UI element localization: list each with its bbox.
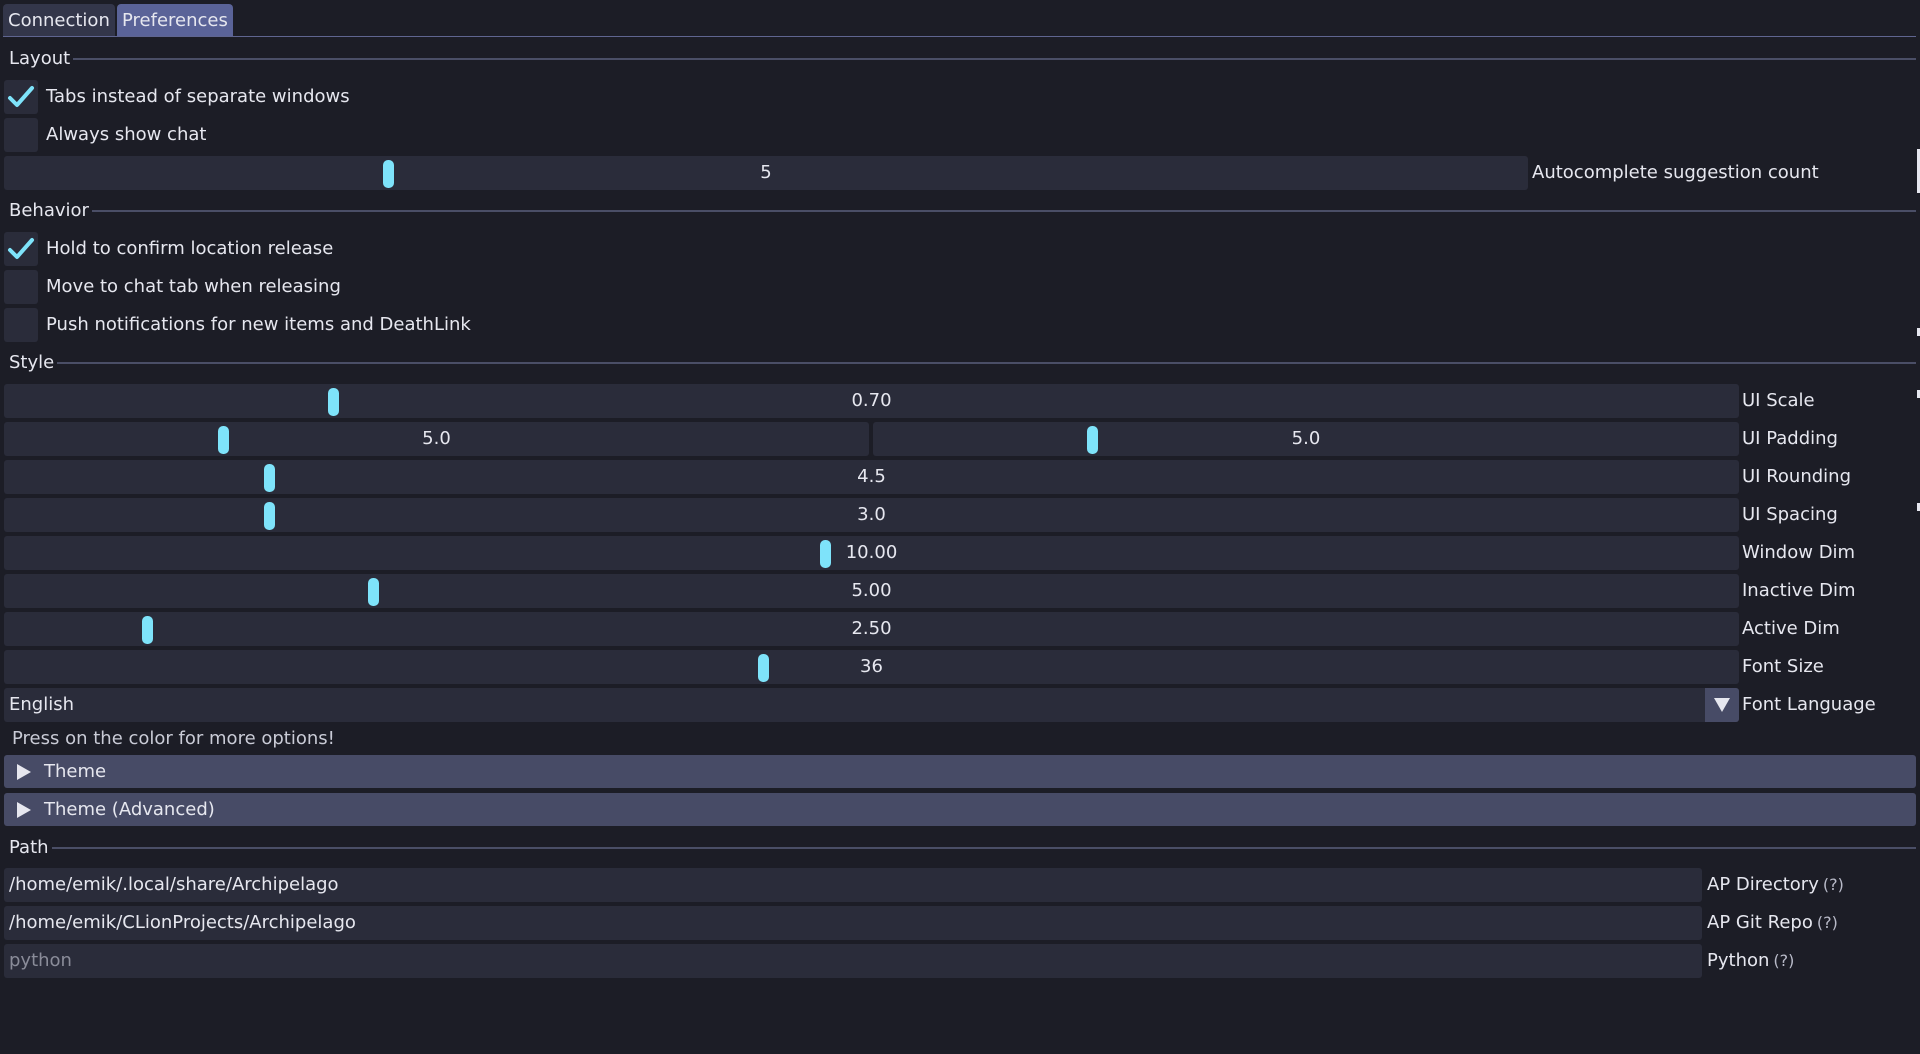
theme-advanced-header-label: Theme (Advanced) — [44, 799, 215, 820]
expand-arrow-icon — [17, 764, 31, 780]
section-divider — [52, 847, 1916, 849]
slider-value: 36 — [860, 656, 883, 677]
inactive-dim-slider[interactable]: 5.00 — [4, 574, 1739, 608]
ui-padding-label: UI Padding — [1742, 428, 1838, 449]
move-chat-checkbox[interactable] — [4, 270, 38, 304]
font-language-label: Font Language — [1742, 694, 1876, 715]
ui-padding-x-slider[interactable]: 5.0 — [4, 422, 869, 456]
ui-padding-y-slider[interactable]: 5.0 — [873, 422, 1739, 456]
help-icon[interactable]: (?) — [1823, 875, 1844, 894]
push-notifications-label: Push notifications for new items and Dea… — [46, 314, 471, 335]
slider-value: 10.00 — [845, 542, 898, 563]
section-divider — [71, 58, 1916, 60]
slider-grab[interactable] — [264, 502, 275, 530]
slider-grab[interactable] — [1087, 426, 1098, 454]
python-input[interactable]: python — [4, 944, 1702, 978]
theme-advanced-header[interactable]: Theme (Advanced) — [4, 793, 1916, 826]
slider-grab[interactable] — [820, 540, 831, 568]
checkmark-icon — [8, 86, 34, 107]
ui-scale-label: UI Scale — [1742, 390, 1815, 411]
slider-grab[interactable] — [264, 464, 275, 492]
font-size-label: Font Size — [1742, 656, 1824, 677]
slider-grab[interactable] — [383, 160, 394, 188]
expand-arrow-icon — [17, 802, 31, 818]
tab-connection[interactable]: Connection — [3, 4, 115, 36]
ui-rounding-slider[interactable]: 4.5 — [4, 460, 1739, 494]
move-chat-label: Move to chat tab when releasing — [46, 276, 341, 297]
color-hint-text: Press on the color for more options! — [12, 728, 335, 749]
slider-value: 5.0 — [422, 428, 451, 449]
section-behavior: Behavior — [0, 199, 1916, 223]
section-title: Behavior — [9, 199, 92, 223]
tab-bar-separator — [3, 36, 1916, 37]
python-label: Python (?) — [1707, 944, 1794, 978]
autocomplete-count-slider[interactable]: 5 — [4, 156, 1528, 190]
always-show-chat-checkbox[interactable] — [4, 118, 38, 152]
font-language-combo[interactable]: English — [4, 688, 1739, 722]
slider-value: 0.70 — [851, 390, 892, 411]
tabs-instead-row[interactable]: Tabs instead of separate windows — [4, 80, 350, 114]
section-layout: Layout — [0, 47, 1916, 71]
section-style: Style — [0, 351, 1916, 375]
font-size-slider[interactable]: 36 — [4, 650, 1739, 684]
hold-confirm-label: Hold to confirm location release — [46, 238, 334, 259]
active-dim-label: Active Dim — [1742, 618, 1840, 639]
section-divider — [89, 210, 1916, 212]
hold-confirm-checkbox[interactable] — [4, 232, 38, 266]
help-icon[interactable]: (?) — [1817, 913, 1838, 932]
ap-git-repo-label-text: AP Git Repo — [1707, 912, 1813, 933]
tab-preferences[interactable]: Preferences — [117, 4, 233, 36]
section-title: Path — [9, 836, 52, 860]
slider-value: 5.00 — [851, 580, 892, 601]
ui-spacing-label: UI Spacing — [1742, 504, 1838, 525]
always-show-chat-row[interactable]: Always show chat — [4, 118, 206, 152]
theme-header[interactable]: Theme — [4, 755, 1916, 788]
active-dim-slider[interactable]: 2.50 — [4, 612, 1739, 646]
ui-scale-slider[interactable]: 0.70 — [4, 384, 1739, 418]
ap-directory-label: AP Directory (?) — [1707, 868, 1844, 902]
section-path: Path — [0, 836, 1916, 860]
section-title: Layout — [9, 47, 74, 71]
hold-confirm-row[interactable]: Hold to confirm location release — [4, 232, 333, 266]
section-divider — [54, 362, 1916, 364]
move-chat-row[interactable]: Move to chat tab when releasing — [4, 270, 341, 304]
tabs-instead-label: Tabs instead of separate windows — [46, 86, 350, 107]
help-icon[interactable]: (?) — [1773, 951, 1794, 970]
python-label-text: Python — [1707, 950, 1770, 971]
window-dim-label: Window Dim — [1742, 542, 1856, 563]
slider-value: 2.50 — [851, 618, 892, 639]
slider-value: 5 — [760, 162, 772, 183]
always-show-chat-label: Always show chat — [46, 124, 207, 145]
ap-directory-label-text: AP Directory — [1707, 874, 1819, 895]
slider-grab[interactable] — [328, 388, 339, 416]
slider-grab[interactable] — [368, 578, 379, 606]
ap-git-repo-input[interactable]: /home/emik/CLionProjects/Archipelago — [4, 906, 1702, 940]
ui-rounding-label: UI Rounding — [1742, 466, 1851, 487]
theme-header-label: Theme — [44, 761, 107, 782]
inactive-dim-label: Inactive Dim — [1742, 580, 1856, 601]
ui-spacing-slider[interactable]: 3.0 — [4, 498, 1739, 532]
font-language-value: English — [9, 694, 74, 715]
slider-grab[interactable] — [142, 616, 153, 644]
chevron-down-icon[interactable] — [1705, 688, 1739, 722]
slider-value: 5.0 — [1291, 428, 1321, 449]
slider-grab[interactable] — [758, 654, 769, 682]
ap-directory-input[interactable]: /home/emik/.local/share/Archipelago — [4, 868, 1702, 902]
push-notifications-checkbox[interactable] — [4, 308, 38, 342]
tabs-instead-checkbox[interactable] — [4, 80, 38, 114]
window-dim-slider[interactable]: 10.00 — [4, 536, 1739, 570]
slider-grab[interactable] — [218, 426, 229, 454]
ap-git-repo-label: AP Git Repo (?) — [1707, 906, 1838, 940]
checkmark-icon — [8, 238, 34, 259]
autocomplete-count-label: Autocomplete suggestion count — [1532, 162, 1819, 183]
push-notifications-row[interactable]: Push notifications for new items and Dea… — [4, 308, 471, 342]
section-title: Style — [9, 351, 58, 375]
